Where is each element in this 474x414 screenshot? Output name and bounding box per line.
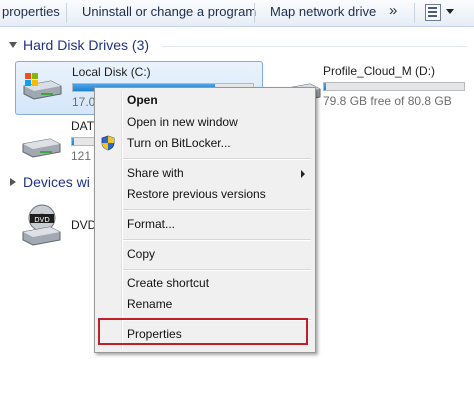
drive-free-space: 17.0 [72, 95, 96, 109]
collapse-group-arrow-icon[interactable] [9, 42, 17, 48]
drive-name: Local Disk (C:) [72, 65, 151, 79]
more-commands-chevron-icon[interactable]: » [389, 2, 397, 19]
dvd-drive-icon: DVD [22, 204, 61, 246]
change-view-icon[interactable] [425, 4, 441, 21]
menu-item-restore-previous-versions[interactable]: Restore previous versions [127, 187, 266, 201]
windows-drive-icon [23, 73, 62, 100]
menu-item-turn-on-bitlocker[interactable]: Turn on BitLocker... [127, 136, 231, 150]
menu-item-open[interactable]: Open [127, 93, 158, 107]
drive-name: DAT [71, 119, 95, 133]
hard-drive-icon [22, 138, 61, 158]
dvd-drive-tile[interactable]: DVD DVD [15, 200, 97, 252]
collapse-group-arrow-icon[interactable] [10, 178, 16, 186]
svg-text:DVD: DVD [34, 216, 49, 224]
menu-item-share-with[interactable]: Share with [127, 166, 184, 180]
context-menu: Open Open in new window Turn on BitLocke… [94, 87, 316, 353]
uninstall-program-button[interactable]: Uninstall or change a program [82, 4, 256, 19]
toolbar-separator [254, 3, 255, 23]
menu-item-create-shortcut[interactable]: Create shortcut [127, 276, 209, 290]
menu-separator [123, 239, 311, 241]
uac-shield-icon [101, 135, 115, 151]
submenu-arrow-icon [301, 170, 305, 178]
menu-separator [123, 209, 311, 211]
drive-name: DVD [71, 218, 97, 232]
hard-disk-drives-header[interactable]: Hard Disk Drives (3) [23, 37, 149, 53]
devices-group-header[interactable]: Devices wi [23, 174, 90, 190]
menu-separator [123, 158, 311, 160]
drive-space-bar [323, 82, 465, 91]
menu-item-rename[interactable]: Rename [127, 297, 172, 311]
properties-highlight-box [98, 318, 308, 345]
group-divider [162, 46, 467, 47]
toolbar-separator [66, 3, 67, 23]
menu-item-format[interactable]: Format... [127, 217, 175, 231]
menu-gutter [121, 91, 123, 349]
map-network-drive-button[interactable]: Map network drive [270, 4, 376, 19]
drive-name: Profile_Cloud_M (D:) [323, 64, 436, 78]
drive-free-space: 121 [71, 149, 92, 163]
view-dropdown-caret-icon[interactable] [446, 9, 454, 14]
menu-item-copy[interactable]: Copy [127, 247, 155, 261]
drive-free-space: 79.8 GB free of 80.8 GB [323, 94, 452, 108]
menu-separator [123, 269, 311, 271]
toolbar-separator [414, 3, 415, 23]
drive-space-fill [324, 83, 326, 90]
data-drive-tile[interactable]: DAT 121 [15, 116, 103, 168]
properties-toolbar-button[interactable]: properties [2, 4, 60, 19]
drive-space-fill [72, 138, 74, 145]
command-bar: properties Uninstall or change a program… [0, 0, 474, 27]
menu-item-open-new-window[interactable]: Open in new window [127, 115, 238, 129]
